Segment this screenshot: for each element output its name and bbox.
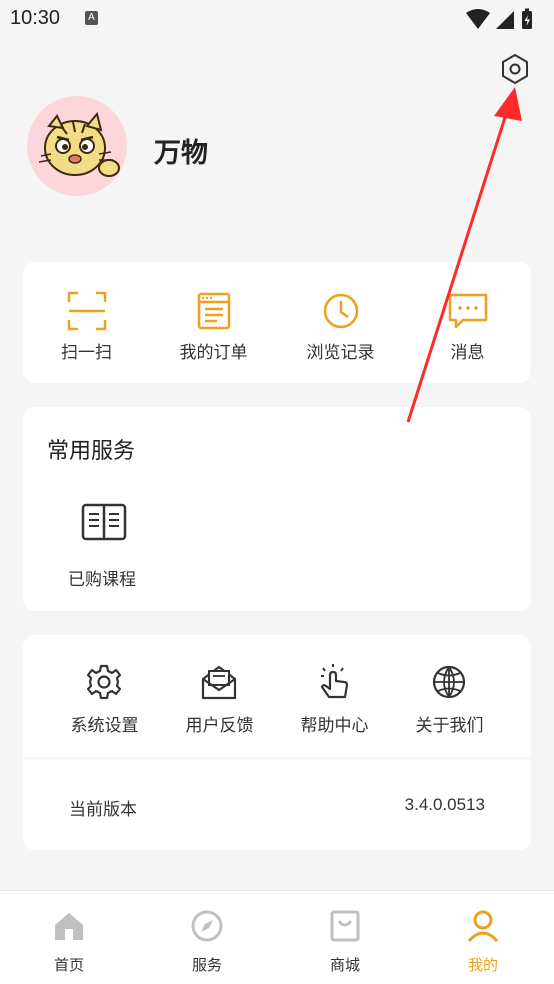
hex-settings-icon [502, 54, 528, 84]
signal-icon [496, 11, 514, 29]
tool-help-center[interactable]: 帮助中心 [277, 635, 392, 755]
quick-action-orders[interactable]: 我的订单 [150, 262, 277, 383]
order-icon [197, 292, 231, 330]
quick-action-history[interactable]: 浏览记录 [277, 262, 404, 383]
system-status-icons [464, 7, 544, 35]
avatar[interactable] [27, 96, 127, 196]
quick-action-messages[interactable]: 消息 [404, 262, 531, 383]
nav-label: 服务 [191, 956, 222, 974]
wifi-icon [466, 9, 490, 29]
settings-button[interactable] [498, 52, 532, 86]
quick-actions-card: 扫一扫 我的订单 浏览记录 消息 [23, 262, 531, 383]
nav-item-home[interactable]: 首页 [0, 891, 138, 984]
quick-action-label: 浏览记录 [306, 343, 375, 363]
tool-label: 系统设置 [70, 716, 139, 736]
tool-label: 用户反馈 [185, 716, 254, 736]
book-icon [81, 503, 127, 541]
tool-label: 关于我们 [415, 716, 484, 736]
tool-system-settings[interactable]: 系统设置 [47, 635, 162, 755]
clock-icon [323, 293, 359, 329]
tool-user-feedback[interactable]: 用户反馈 [162, 635, 277, 755]
globe-icon [432, 665, 466, 699]
divider [23, 758, 531, 759]
home-icon [55, 913, 83, 940]
nav-item-services[interactable]: 服务 [138, 891, 276, 984]
tools-card: 系统设置 用户反馈 帮助中心 关于我们 当前版本 3.4.0.0513 [23, 635, 531, 850]
tool-label: 帮助中心 [300, 716, 369, 736]
quick-action-scan[interactable]: 扫一扫 [23, 262, 150, 383]
scan-icon [67, 291, 107, 331]
mail-icon [201, 665, 237, 700]
status-bar: 10:30 A [0, 0, 554, 38]
message-icon [448, 293, 488, 329]
notification-badge-icon: A [85, 11, 98, 25]
tiger-avatar-icon [38, 111, 120, 177]
gear-icon [86, 664, 122, 700]
nav-label: 我的 [467, 956, 498, 974]
username[interactable]: 万物 [154, 131, 208, 170]
service-label: 已购课程 [68, 570, 136, 590]
bottom-nav: 首页 服务 商城 我的 [0, 890, 554, 984]
shop-icon [330, 910, 360, 942]
nav-label: 首页 [53, 956, 84, 974]
version-label: 当前版本 [69, 800, 137, 820]
services-card: 常用服务 已购课程 [23, 407, 531, 611]
service-purchased-courses[interactable]: 已购课程 [47, 497, 157, 597]
tap-icon [320, 664, 349, 699]
version-value: 3.4.0.0513 [404, 795, 485, 814]
status-time: 10:30 [10, 7, 61, 29]
tool-about-us[interactable]: 关于我们 [392, 635, 507, 755]
compass-icon [191, 910, 223, 942]
quick-action-label: 消息 [450, 343, 485, 363]
nav-label: 商城 [329, 956, 360, 974]
section-title: 常用服务 [47, 439, 136, 464]
quick-action-label: 扫一扫 [61, 343, 112, 363]
user-icon [467, 910, 499, 943]
nav-item-mall[interactable]: 商城 [276, 891, 414, 984]
nav-item-mine[interactable]: 我的 [414, 891, 552, 984]
quick-action-label: 我的订单 [179, 343, 248, 363]
